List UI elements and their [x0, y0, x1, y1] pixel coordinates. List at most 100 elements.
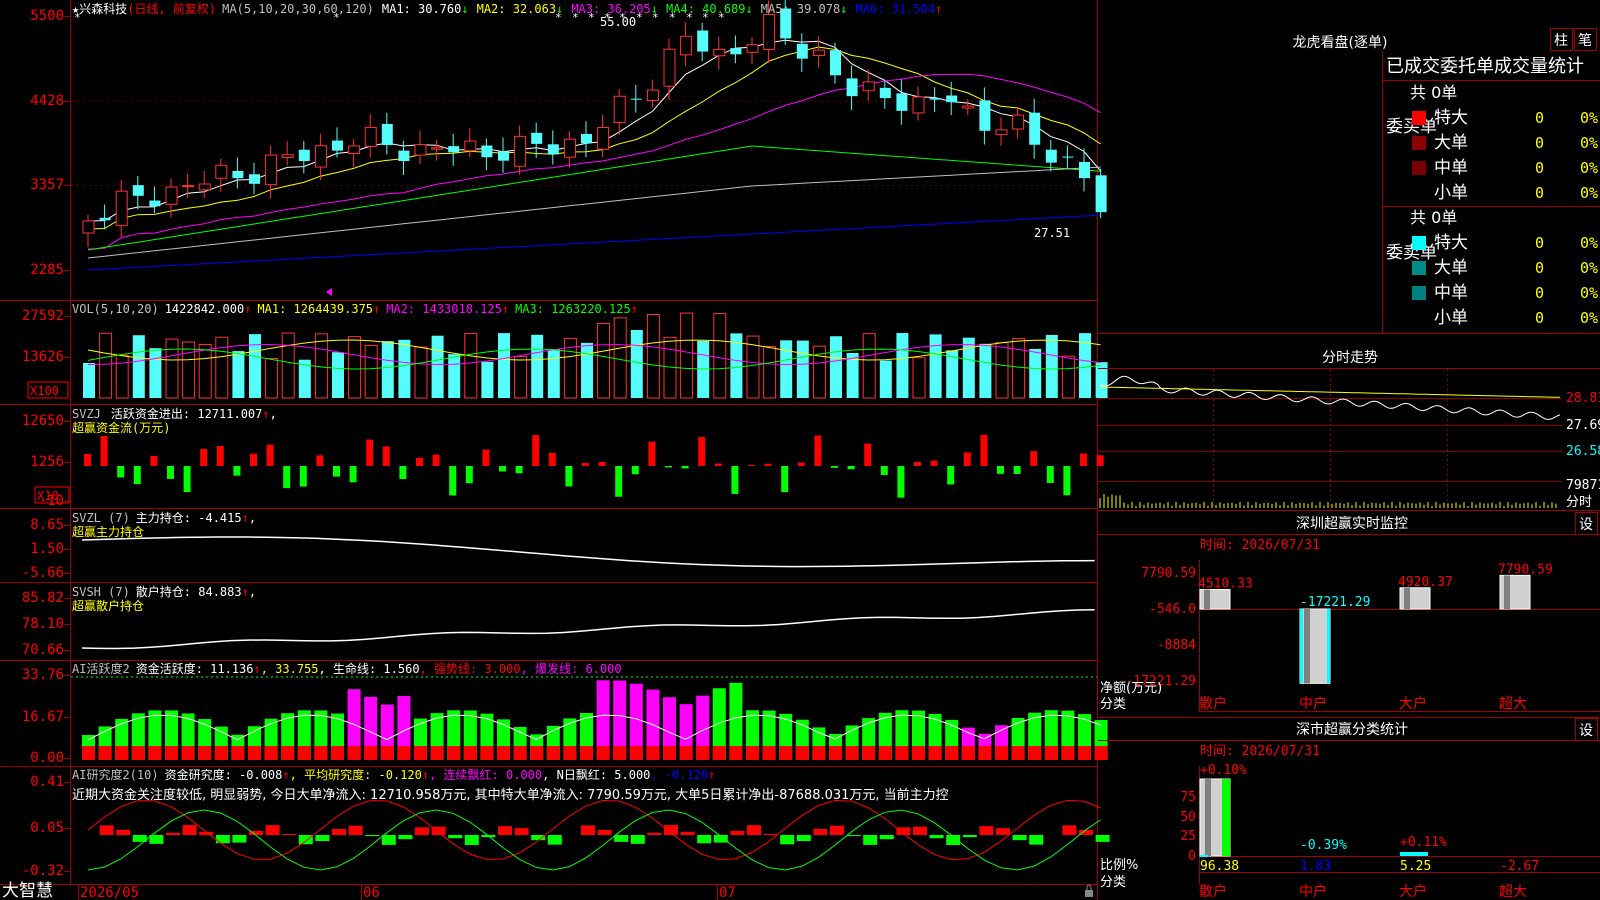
volume-bar-up	[995, 342, 1009, 399]
candle-body-up	[165, 186, 178, 205]
volume-bar-up	[646, 314, 660, 399]
research-bar-down	[780, 835, 795, 845]
candle-body-down	[132, 185, 144, 196]
flow-bar-in	[100, 436, 108, 466]
flow-bar-in	[366, 439, 374, 466]
volume-bar-down	[332, 352, 344, 398]
buy-row-pct-3: 0%	[1580, 184, 1598, 202]
flow-bar-in	[532, 435, 540, 466]
activity-base	[281, 746, 295, 760]
volume-bar-down	[796, 340, 809, 398]
activity-base	[1061, 746, 1075, 760]
volume-bar-up	[464, 332, 478, 399]
monitor-value-1: -17221.29	[1300, 595, 1370, 610]
monitor-bar-shade-0	[1204, 589, 1210, 609]
candle-body-down	[1045, 149, 1057, 163]
candle-body-up	[613, 95, 626, 124]
research-bar-down	[298, 835, 313, 845]
candle-body-up	[812, 49, 825, 56]
sell-row-swatch-3	[1412, 311, 1426, 325]
candle-body-down	[99, 217, 111, 221]
flow-bar-out	[1013, 466, 1021, 475]
sell-row-pct-3: 0%	[1580, 309, 1598, 327]
sell-row-name-0: 特大	[1434, 233, 1468, 253]
chart-mode[interactable]: (日线, 前复权)	[127, 1, 216, 16]
flow-bar-out	[947, 466, 955, 485]
vol-ma2-arrow: ↑	[502, 302, 509, 316]
activity-base	[447, 746, 461, 760]
flow-bar-in	[482, 449, 490, 466]
svsh-tail: ,	[249, 585, 256, 599]
svzl-spec: SVZL (7)	[72, 511, 130, 525]
sell-row-swatch-2	[1412, 286, 1426, 300]
candle-body-up	[348, 145, 361, 154]
sell-row-value-2: 0	[1535, 284, 1544, 302]
ma2-legend: MA2: 32.063	[477, 2, 556, 16]
main-yaxis-tick-2: 3357	[30, 177, 64, 193]
svsh-spec: SVSH (7)	[72, 585, 130, 599]
candle-body-up	[364, 126, 377, 147]
research-bar-down	[381, 835, 396, 845]
cls-bar-large	[1400, 852, 1428, 856]
candle-body-down	[697, 30, 709, 52]
activity-base	[928, 746, 942, 760]
ai2-yaxis-tick-0: 0.41	[30, 774, 64, 790]
cls-cat-1: 中户	[1299, 883, 1327, 900]
flow-bar-out	[117, 466, 125, 478]
cls-settings-button[interactable]: 设	[1579, 723, 1593, 739]
stock-chart-screen[interactable]: 5500442833572285 55.00 27.51 * * * * * * * * * * *…	[0, 0, 1600, 900]
svsh-arrow: ↑	[242, 585, 249, 599]
tab-bar-mode[interactable]: 柱	[1554, 33, 1568, 49]
candle-body-down	[581, 133, 592, 144]
candle-body-up	[514, 135, 527, 167]
tab-tick-mode[interactable]: 笔	[1578, 33, 1592, 49]
monitor-ylabel: 净额(万元)	[1100, 681, 1162, 696]
volume-bar-up	[514, 356, 528, 399]
stats-title: 已成交委托单成交量统计	[1386, 56, 1584, 77]
candle-body-up	[995, 129, 1008, 136]
cls-value-1: 1.03	[1300, 859, 1331, 874]
volume-bar-up	[613, 317, 627, 399]
activity-base	[314, 746, 328, 760]
svzl-tail: ,	[249, 511, 256, 525]
cls-ytick-1: 50	[1180, 810, 1196, 825]
ai2-title: 资金研究度: -0.008	[165, 767, 283, 782]
svzj-yaxis-tick-1: 1256	[30, 454, 64, 470]
candle-body-up	[1012, 114, 1025, 130]
sell-row-swatch-0	[1412, 236, 1426, 250]
flow-bar-in	[930, 460, 938, 466]
candle-body-down	[1079, 161, 1090, 179]
cls-top-2: +0.11%	[1400, 835, 1447, 850]
vol-yaxis-tick-0: 27592	[22, 308, 64, 324]
candle-body-down	[946, 95, 958, 103]
research-bar-up	[282, 833, 297, 835]
vol-arrow: ↑	[244, 302, 251, 316]
research-bar-up	[996, 828, 1010, 835]
volume-bar-down	[431, 335, 444, 398]
monitor-cat-2: 大户	[1399, 695, 1427, 712]
monitor-cat-3: 超大	[1499, 696, 1527, 712]
volume-bar-up	[99, 332, 113, 399]
cls-cat-3: 超大	[1499, 884, 1527, 900]
research-bar-down	[547, 835, 562, 845]
activity-base	[231, 746, 245, 760]
svg-text:AI活跃度2资金活跃度: 11.136↑, 33.755,: AI活跃度2 资金活跃度: 11.136↑, 33.755, 生命线: 1.560…	[72, 661, 622, 676]
stock-name[interactable]: 兴森科技	[79, 1, 127, 16]
candle-body-down	[332, 140, 343, 151]
research-bar-down	[448, 835, 463, 839]
activity-base	[397, 746, 411, 760]
ai1-yaxis-tick-0: 33.76	[22, 667, 64, 683]
flow-bar-out	[333, 466, 340, 477]
flow-bar-in	[963, 452, 971, 466]
monitor-settings-button[interactable]: 设	[1579, 517, 1593, 533]
activity-base	[347, 746, 361, 760]
ma5-arrow: ↓	[840, 2, 847, 16]
activity-base	[248, 746, 261, 760]
activity-base	[862, 746, 876, 760]
activity-base	[812, 746, 826, 760]
activity-base	[895, 746, 909, 760]
candle-body-up	[215, 164, 228, 179]
candle-body-up	[680, 35, 693, 56]
svg-text:AI研究度2(10)资金研究度: -0.008↑, 平均研究: AI研究度2(10) 资金研究度: -0.008↑, 平均研究度: -0.120↑…	[72, 767, 715, 782]
volume-bar-down	[879, 360, 892, 398]
